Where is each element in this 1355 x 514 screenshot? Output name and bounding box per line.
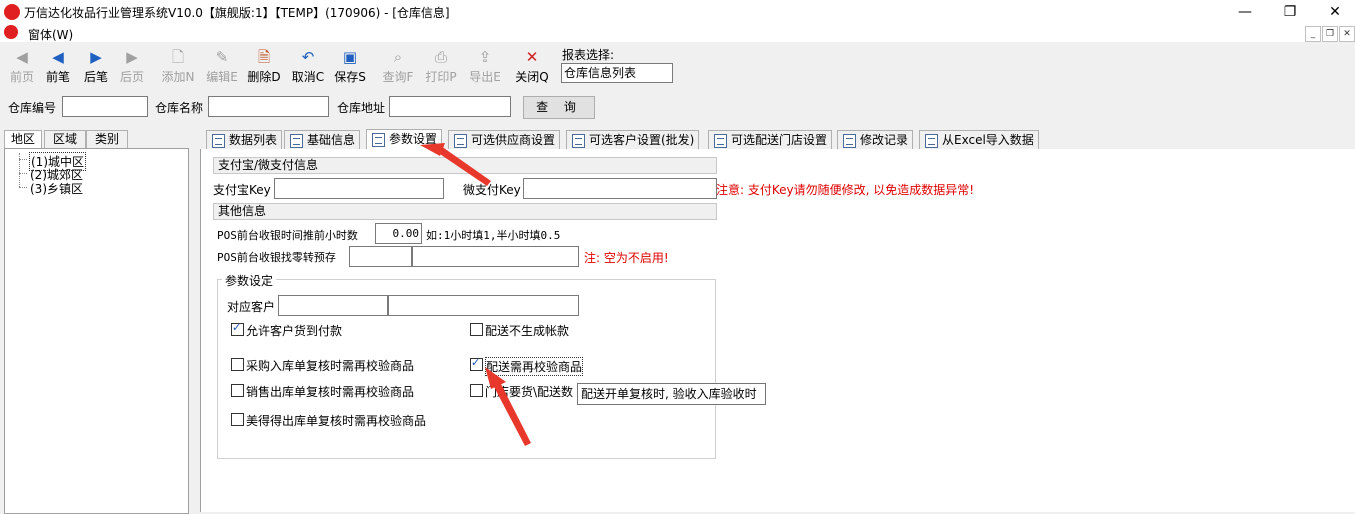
arrow-to-params-tab-icon <box>420 143 491 186</box>
arrow-to-delivery-checkbox-icon <box>485 367 531 446</box>
annotation-arrows <box>420 143 531 446</box>
